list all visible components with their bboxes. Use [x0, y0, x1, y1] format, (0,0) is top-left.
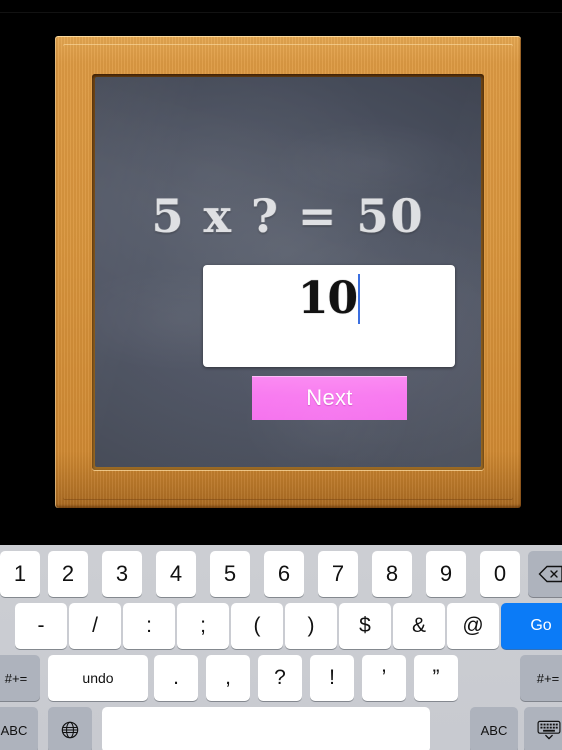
key-![interactable]: !	[310, 655, 354, 701]
keyboard-row-bottom: ABC ABC	[0, 707, 562, 750]
key-label: ;	[200, 614, 206, 637]
key-0[interactable]: 0	[480, 551, 520, 597]
key-label: @	[462, 614, 484, 637]
key-label: $	[359, 614, 371, 637]
key-&[interactable]: &	[393, 603, 445, 649]
key-label: 0	[493, 561, 507, 586]
key-label: 3	[115, 561, 129, 586]
key-?[interactable]: ?	[258, 655, 302, 701]
key-label: )	[307, 614, 315, 637]
key-label: 2	[61, 561, 75, 586]
key-label: /	[92, 614, 98, 637]
key-label: undo	[82, 670, 114, 686]
keyboard-row-numbers: 1 2 3 4 5 6 7 8 9 0	[0, 551, 562, 597]
key-label: ’	[381, 666, 387, 689]
key-,[interactable]: ,	[206, 655, 250, 701]
abc-key[interactable]: ABC	[470, 707, 518, 750]
key-6[interactable]: 6	[264, 551, 304, 597]
key-label: 6	[277, 561, 291, 586]
answer-input-content: 10	[297, 273, 361, 324]
hide-keyboard-icon[interactable]	[524, 707, 562, 750]
answer-input[interactable]: 10	[203, 265, 455, 367]
key-label: .	[173, 666, 179, 689]
key-label: #+=	[4, 670, 28, 686]
undo-key[interactable]: undo	[48, 655, 148, 701]
space-key[interactable]	[102, 707, 430, 750]
key-3[interactable]: 3	[102, 551, 142, 597]
key-label: 5	[223, 561, 237, 586]
key-label: ABC	[480, 722, 508, 738]
key-label: -	[37, 614, 45, 637]
hide-keyboard-icon	[536, 720, 562, 740]
symbols-key[interactable]: #+=	[520, 655, 562, 701]
key-9[interactable]: 9	[426, 551, 466, 597]
key-:[interactable]: :	[123, 603, 175, 649]
keyboard-row-symbols: - /:; () $ & @ Go	[0, 603, 562, 649]
symbols-key[interactable]: #+=	[0, 655, 40, 701]
equation-text: 5 x ? = 50	[151, 189, 425, 243]
key-’[interactable]: ’	[362, 655, 406, 701]
key-label: 8	[385, 561, 399, 586]
key-;[interactable]: ;	[177, 603, 229, 649]
chalkboard: 5 x ? = 50 10 Next	[95, 77, 481, 467]
key-([interactable]: (	[231, 603, 283, 649]
key-label: #+=	[536, 670, 560, 686]
globe-icon[interactable]	[48, 707, 92, 750]
key-label: 1	[13, 561, 27, 586]
key-label: ,	[225, 666, 231, 689]
key-label: :	[146, 614, 152, 637]
key-label: 9	[439, 561, 453, 586]
key-label: !	[329, 666, 335, 689]
backspace-icon[interactable]	[528, 551, 562, 597]
key-$[interactable]: $	[339, 603, 391, 649]
key-5[interactable]: 5	[210, 551, 250, 597]
key-1[interactable]: 1	[0, 551, 40, 597]
key-label: 4	[169, 561, 183, 586]
abc-key[interactable]: ABC	[0, 707, 38, 750]
key-@[interactable]: @	[447, 603, 499, 649]
key-label: (	[253, 614, 261, 637]
go-key[interactable]: Go	[501, 603, 562, 649]
key-4[interactable]: 4	[156, 551, 196, 597]
key-label: Go	[530, 617, 552, 634]
key--[interactable]: -	[15, 603, 67, 649]
key-label: ?	[274, 666, 286, 689]
backspace-icon	[538, 564, 562, 584]
answer-input-value: 10	[297, 273, 358, 324]
key-label: ABC	[0, 722, 28, 738]
text-cursor	[358, 274, 361, 324]
keyboard-row-punctuation: #+= undo.,?! ’ ” #+=	[0, 655, 562, 701]
key-label: &	[411, 614, 426, 637]
chalkboard-frame: 5 x ? = 50 10 Next	[55, 36, 521, 508]
key-.[interactable]: .	[154, 655, 198, 701]
key-label: ”	[432, 666, 440, 689]
key-8[interactable]: 8	[372, 551, 412, 597]
app-root: 5 x ? = 50 10 Next 1 2 3 4 5 6 7 8 9 0 - /:; () $ & @ G…	[0, 0, 562, 750]
key-/[interactable]: /	[69, 603, 121, 649]
onscreen-keyboard: 1 2 3 4 5 6 7 8 9 0 - /:; () $ & @ Go #+= undo.,?! ’ ” #+= …	[0, 545, 562, 750]
key-label: 7	[331, 561, 345, 586]
key-7[interactable]: 7	[318, 551, 358, 597]
next-button[interactable]: Next	[252, 376, 407, 420]
key-”[interactable]: ”	[414, 655, 458, 701]
key-)[interactable]: )	[285, 603, 337, 649]
key-2[interactable]: 2	[48, 551, 88, 597]
globe-icon	[57, 720, 83, 740]
top-divider	[0, 12, 562, 13]
